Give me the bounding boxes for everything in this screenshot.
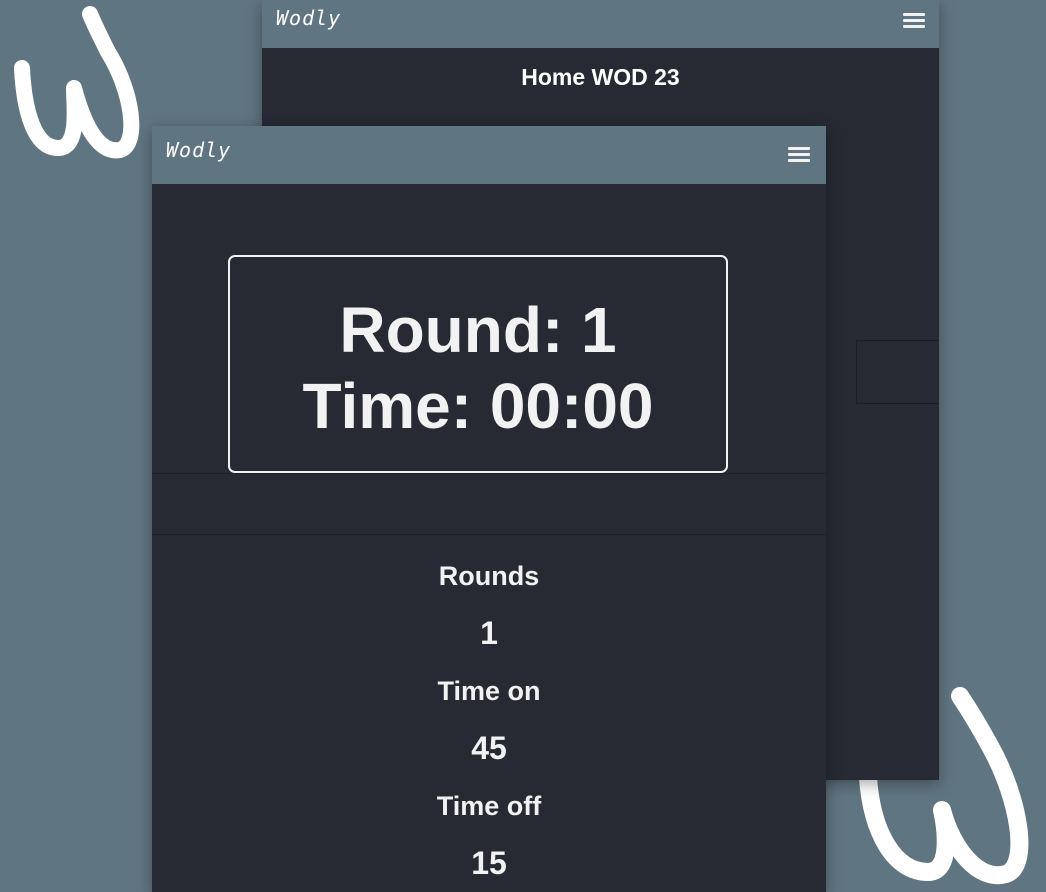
rounds-label: Rounds bbox=[438, 561, 540, 591]
time-on-label: Time on bbox=[437, 676, 541, 706]
interval-settings: Rounds 1 Time on 45 Time off 15 bbox=[152, 558, 826, 892]
brand-logo[interactable]: Wodly bbox=[276, 6, 341, 30]
front-screen: Wodly Round: 1 Time: 00:00 Rounds 1 Time… bbox=[152, 126, 826, 892]
timer-display: Round: 1 Time: 00:00 bbox=[228, 255, 728, 473]
brand-logo[interactable]: Wodly bbox=[166, 138, 231, 162]
round-counter: Round: 1 bbox=[339, 294, 617, 366]
time-on-value[interactable]: 45 bbox=[152, 730, 826, 788]
elapsed-time: Time: 00:00 bbox=[302, 370, 654, 442]
wod-title: Home WOD 23 bbox=[521, 64, 680, 90]
divider-strip bbox=[856, 340, 939, 404]
time-off-label: Time off bbox=[436, 791, 542, 821]
wodly-w-logo-top-left bbox=[14, 6, 140, 159]
time-off-value[interactable]: 15 bbox=[152, 845, 826, 892]
hamburger-menu-icon[interactable] bbox=[788, 147, 810, 165]
section-divider bbox=[152, 473, 826, 535]
top-bar: Wodly bbox=[262, 0, 939, 48]
top-bar: Wodly bbox=[152, 126, 826, 184]
hamburger-menu-icon[interactable] bbox=[903, 13, 925, 31]
rounds-value[interactable]: 1 bbox=[152, 615, 826, 673]
